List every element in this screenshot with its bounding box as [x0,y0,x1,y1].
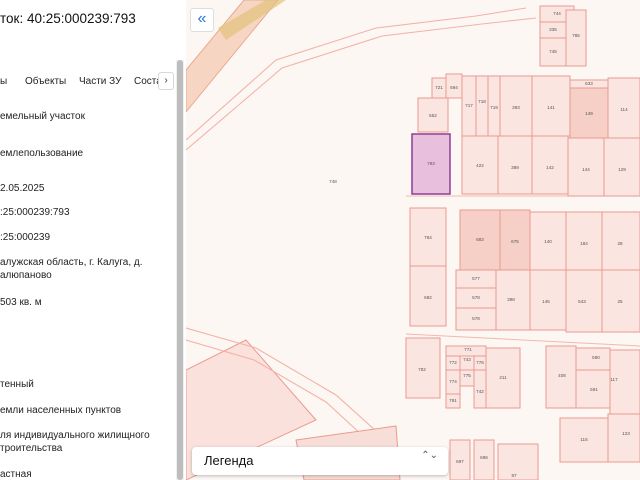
parcel-label: 398 [507,297,515,302]
parcel-label: 116 [580,437,588,442]
parcel-label: 140 [544,239,552,244]
parcel-label: 683 [476,237,484,242]
parcel-label: 149 [585,111,593,116]
parcel-label: 591 [590,387,598,392]
parcel-label: 744 [553,11,561,16]
panel-title: ток: 40:25:000239:793 [0,11,136,26]
parcel-label: 694 [450,85,458,90]
parcel-label: 145 [542,299,550,304]
tab-bar: ы Объекты Части ЗУ Соста › [0,72,186,92]
scrollbar-thumb[interactable] [177,60,183,480]
parcel-label: 87 [511,473,517,478]
parcel-label: 718 [478,99,486,104]
tab-parts[interactable]: Части ЗУ [79,76,121,87]
parcel-label: 775 [463,373,471,378]
road-line [405,333,640,347]
parcel-label: 743 [463,357,471,362]
parcel-label: 742 [476,389,484,394]
tab-general[interactable]: ы [0,76,7,87]
parcel-label: 696 [480,455,488,460]
parcel-label: 776 [476,360,484,365]
panel-scrollbar[interactable] [176,60,184,480]
parcel-label: 652 [429,113,437,118]
field-permitted-use: ля индивидуального жилищного троительств… [0,430,150,454]
parcel-label: 590 [592,355,600,360]
parcel-label: 782 [418,367,426,372]
legend-select[interactable]: Легенда ⌃⌄ [192,447,448,475]
map-canvas[interactable]: 744 335 745 785 721 694 652 717 718 719 … [186,0,640,480]
parcel-label: 123 [622,431,630,436]
field-status: тенный [0,379,34,390]
field-date: 2.05.2025 [0,183,45,194]
parcel-label: 144 [582,167,590,172]
parcel-label: 772 [449,360,457,365]
parcel-label: 785 [572,33,580,38]
parcel-label: 393 [512,105,520,110]
parcel-label: 211 [499,375,507,380]
parcel-label: 764 [424,235,432,240]
tabs-scroll-right-button[interactable]: › [158,72,174,90]
parcel-label: 745 [549,49,557,54]
info-panel: ток: 40:25:000239:793 ы Объекты Части ЗУ… [0,0,186,480]
parcel-label: 129 [618,167,626,172]
parcel-label: 389 [511,165,519,170]
parcel-label: 771 [464,347,472,352]
double-chevron-left-icon: « [197,10,207,27]
parcel-label: 578 [472,316,480,321]
parcel-label: 114 [620,107,628,112]
parcel-87[interactable] [497,443,539,480]
field-cadastral-quarter: :25:000239 [0,232,51,243]
legend-label: Легенда [204,453,254,468]
parcel-label: 335 [549,27,557,32]
parcel-label: 141 [547,105,555,110]
parcel-label: 543 [578,299,586,304]
parcel-label: 748 [329,179,337,184]
selected-parcel-label: 793 [427,161,435,166]
parcel-label: 697 [456,459,464,464]
parcel-label: 578 [472,295,480,300]
collapse-panel-button[interactable]: « [190,8,214,32]
parcel-label: 25 [617,299,623,304]
field-address: алужская область, г. Калуга, д. алюпанов… [0,257,143,281]
parcel-label: 117 [610,377,618,382]
parcel-label: 791 [449,398,457,403]
parcel-718[interactable] [475,75,489,137]
parcel-label: 719 [490,105,498,110]
parcel-label: 682 [424,295,432,300]
parcel-label: 774 [449,379,457,384]
field-area: 503 кв. м [0,297,42,308]
parcel-label: 184 [580,241,588,246]
parcel-label: 633 [585,81,593,86]
field-subtype: емлепользование [0,148,84,159]
field-land-category: емли населенных пунктов [0,405,122,416]
cadastral-map[interactable]: 744 335 745 785 721 694 652 717 718 719 … [186,0,640,480]
parcel-label: 142 [546,165,554,170]
parcel-label: 577 [472,276,480,281]
chevron-up-down-icon: ⌃⌄ [421,450,438,461]
parcel-label: 675 [511,239,519,244]
parcel-label: 422 [476,163,484,168]
field-cadastral-number: :25:000239:793 [0,207,70,218]
tab-objects[interactable]: Объекты [25,76,66,87]
field-ownership: астная [0,469,32,480]
parcel-label: 721 [435,85,443,90]
parcel-123[interactable] [607,413,640,463]
parcel-label: 717 [465,103,473,108]
parcel-label: 408 [558,373,566,378]
field-object-type: емельный участок [0,111,85,122]
parcel-label: 28 [617,241,623,246]
